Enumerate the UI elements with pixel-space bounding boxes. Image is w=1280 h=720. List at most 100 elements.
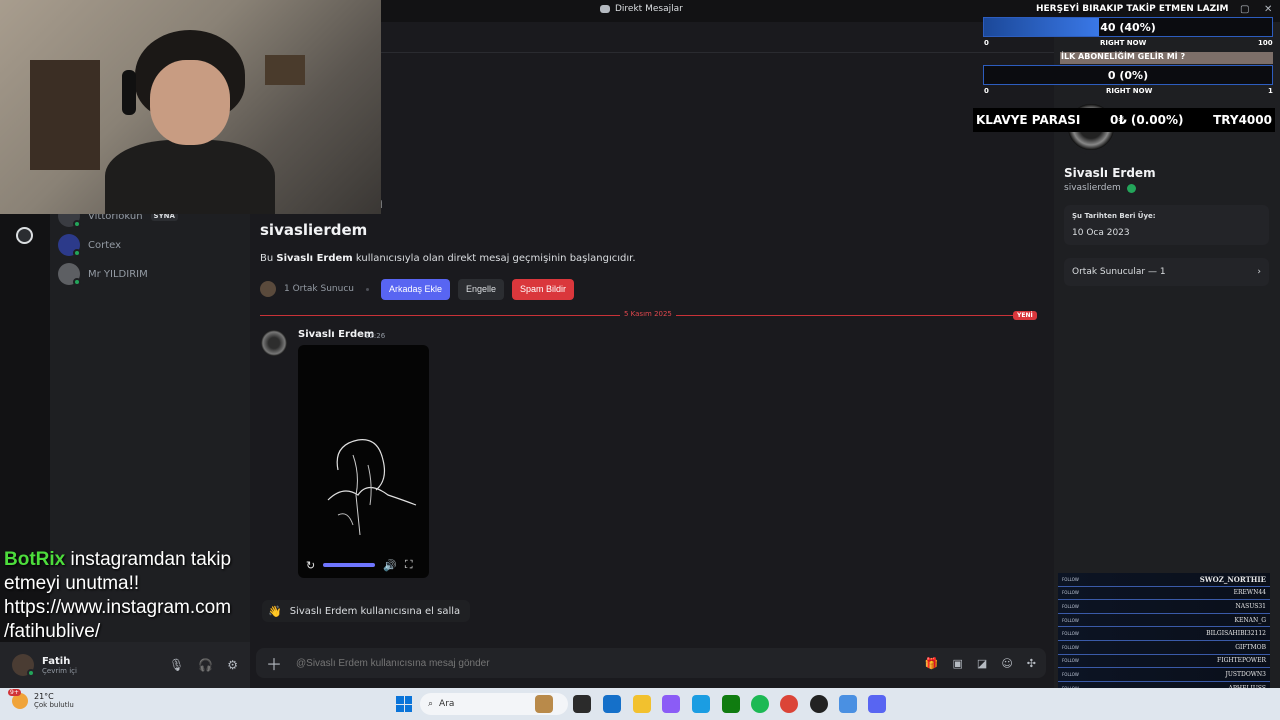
- wave-icon: 👋: [268, 604, 282, 618]
- edge-icon[interactable]: [692, 695, 710, 713]
- news-widget-icon[interactable]: [535, 695, 553, 713]
- network-app-icon[interactable]: [839, 695, 857, 713]
- goal1-max: 100: [1258, 39, 1273, 47]
- microphone-icon[interactable]: 🎙: [169, 658, 184, 672]
- video-frame-art: [327, 439, 417, 536]
- sticker-icon[interactable]: ◪: [977, 657, 987, 670]
- username-heading: sivaslierdem: [260, 221, 368, 239]
- volume-icon[interactable]: 🔊: [383, 559, 397, 572]
- apps-icon[interactable]: ✣: [1027, 657, 1036, 670]
- goal1-now: RIGHT NOW: [1100, 39, 1147, 47]
- member-since-card: Şu Tarihten Beri Üye: 10 Oca 2023: [1064, 205, 1269, 245]
- avatar: [58, 263, 81, 286]
- message-timestamp: 22:26: [365, 332, 386, 340]
- video-attachment[interactable]: ↻ 🔊 ⛶: [298, 345, 429, 578]
- follower-row: FOLLOW SWOZ_NORTHIE: [1058, 573, 1270, 587]
- notification-badge: 9+: [8, 688, 21, 696]
- dm-item-cortex[interactable]: Cortex: [58, 233, 121, 257]
- weather-widget[interactable]: 9+ 21°C Çok bulutlu: [8, 688, 74, 709]
- chrome-icon[interactable]: [780, 695, 798, 713]
- follow-label: FOLLOW: [1062, 671, 1079, 677]
- dm-item-mr-yildirim[interactable]: Mr YILDIRIM: [58, 262, 148, 286]
- follow-label: FOLLOW: [1062, 617, 1079, 623]
- fullscreen-icon[interactable]: ⛶: [405, 558, 413, 572]
- video-progress-bar[interactable]: [323, 563, 376, 567]
- headphones-icon[interactable]: 🎧: [198, 658, 213, 672]
- member-since-label: Şu Tarihten Beri Üye:: [1072, 212, 1156, 220]
- weather-icon: 9+: [8, 688, 28, 709]
- task-view-icon[interactable]: [573, 695, 591, 713]
- follow-label: FOLLOW: [1062, 658, 1079, 664]
- online-indicator: [73, 278, 81, 286]
- keyboard-fund-bar: KLAVYE PARASI 0₺ (0.00%) TRY4000: [973, 108, 1275, 132]
- copilot-icon[interactable]: [662, 695, 680, 713]
- user-panel: Fatih Çevrim içi 🎙 🎧 ⚙: [0, 642, 250, 688]
- follow-label: FOLLOW: [1062, 590, 1079, 596]
- follower-row: FOLLOW NASUS31: [1058, 600, 1270, 614]
- online-indicator: [73, 220, 81, 228]
- goal1-bar: 40 (40%): [983, 17, 1273, 37]
- goal2-max: 1: [1268, 87, 1273, 95]
- discover-icon[interactable]: [16, 227, 33, 244]
- app-icon[interactable]: [810, 695, 828, 713]
- gear-icon[interactable]: ⚙: [227, 658, 238, 672]
- profile-name: Sivaslı Erdem: [1064, 166, 1156, 180]
- follow-label: FOLLOW: [1062, 576, 1079, 582]
- mutual-server-icon: [260, 281, 276, 297]
- replay-icon[interactable]: ↻: [306, 559, 315, 572]
- avatar[interactable]: [12, 654, 35, 677]
- date-divider-label: 5 Kasım 2025: [620, 310, 676, 318]
- separator-dot: [365, 287, 369, 291]
- goal2-bar: 0 (0%): [983, 65, 1273, 85]
- close-icon[interactable]: ✕: [1264, 4, 1272, 15]
- follow-label: FOLLOW: [1062, 644, 1079, 650]
- window-title: Direkt Mesajlar: [600, 4, 683, 14]
- follower-name: NASUS31: [1235, 602, 1267, 610]
- message-avatar[interactable]: [261, 330, 287, 356]
- follower-row: FOLLOW JUSTDOWN3: [1058, 668, 1270, 682]
- member-since-value: 10 Oca 2023: [1072, 228, 1130, 238]
- block-button[interactable]: Engelle: [458, 278, 505, 300]
- follower-name: GIFTMOB: [1235, 643, 1266, 651]
- follower-name: EREWN44: [1233, 589, 1266, 597]
- dm-name: Mr YILDIRIM: [88, 268, 148, 280]
- follower-row: FOLLOW BILGISAHIBI32112: [1058, 627, 1270, 641]
- outlook-icon[interactable]: [603, 695, 621, 713]
- message-input[interactable]: [296, 657, 911, 669]
- dm-name: Cortex: [88, 239, 122, 251]
- user-status: Çevrim içi: [42, 666, 77, 675]
- follower-name: SWOZ_NORTHIE: [1199, 574, 1266, 584]
- botrix-chat-overlay: BotRix instagramdan takip etmeyi unutma!…: [4, 549, 232, 642]
- wave-button[interactable]: 👋 Sivaslı Erdem kullanıcısına el salla: [262, 600, 471, 622]
- xbox-icon[interactable]: [722, 695, 740, 713]
- plus-icon[interactable]: ＋: [266, 651, 282, 675]
- goal2-min: 0: [984, 87, 989, 95]
- video-controls: ↻ 🔊 ⛶: [298, 552, 429, 578]
- emoji-icon[interactable]: ☺: [1001, 657, 1012, 670]
- spotify-icon[interactable]: [751, 695, 769, 713]
- mutual-servers-link[interactable]: 1 Ortak Sunucu: [284, 284, 354, 294]
- gif-icon[interactable]: ▣: [953, 657, 963, 670]
- mutual-servers-card[interactable]: Ortak Sunucular — 1 ›: [1064, 258, 1269, 286]
- maximize-icon[interactable]: ▢: [1240, 4, 1249, 15]
- avatar: [58, 234, 81, 257]
- profile-username: sivaslierdem: [1064, 183, 1136, 193]
- dm-intro-text: Bu Sivaslı Erdem kullanıcısıyla olan dir…: [260, 253, 636, 264]
- online-indicator: [27, 669, 35, 677]
- profile-actions: 1 Ortak Sunucu Arkadaş Ekle Engelle Spam…: [260, 278, 575, 300]
- file-explorer-icon[interactable]: [633, 695, 651, 713]
- botrix-brand: BotRix: [4, 549, 66, 570]
- message-author[interactable]: Sivaslı Erdem: [298, 329, 374, 340]
- discord-taskbar-icon[interactable]: [868, 695, 886, 713]
- gift-icon[interactable]: 🎁: [925, 657, 939, 670]
- discord-icon: [600, 5, 610, 13]
- goal1-fill: [984, 18, 1100, 36]
- follower-name: JUSTDOWN3: [1225, 670, 1266, 678]
- header-divider: [381, 52, 1054, 53]
- follower-name: KENAN_G: [1234, 616, 1267, 624]
- follower-name: FIGHTEPOWER: [1217, 657, 1266, 665]
- report-spam-button[interactable]: Spam Bildir: [512, 278, 575, 300]
- start-button[interactable]: [396, 696, 412, 712]
- follower-row: FOLLOW GIFTMOB: [1058, 640, 1270, 655]
- add-friend-button[interactable]: Arkadaş Ekle: [380, 278, 450, 300]
